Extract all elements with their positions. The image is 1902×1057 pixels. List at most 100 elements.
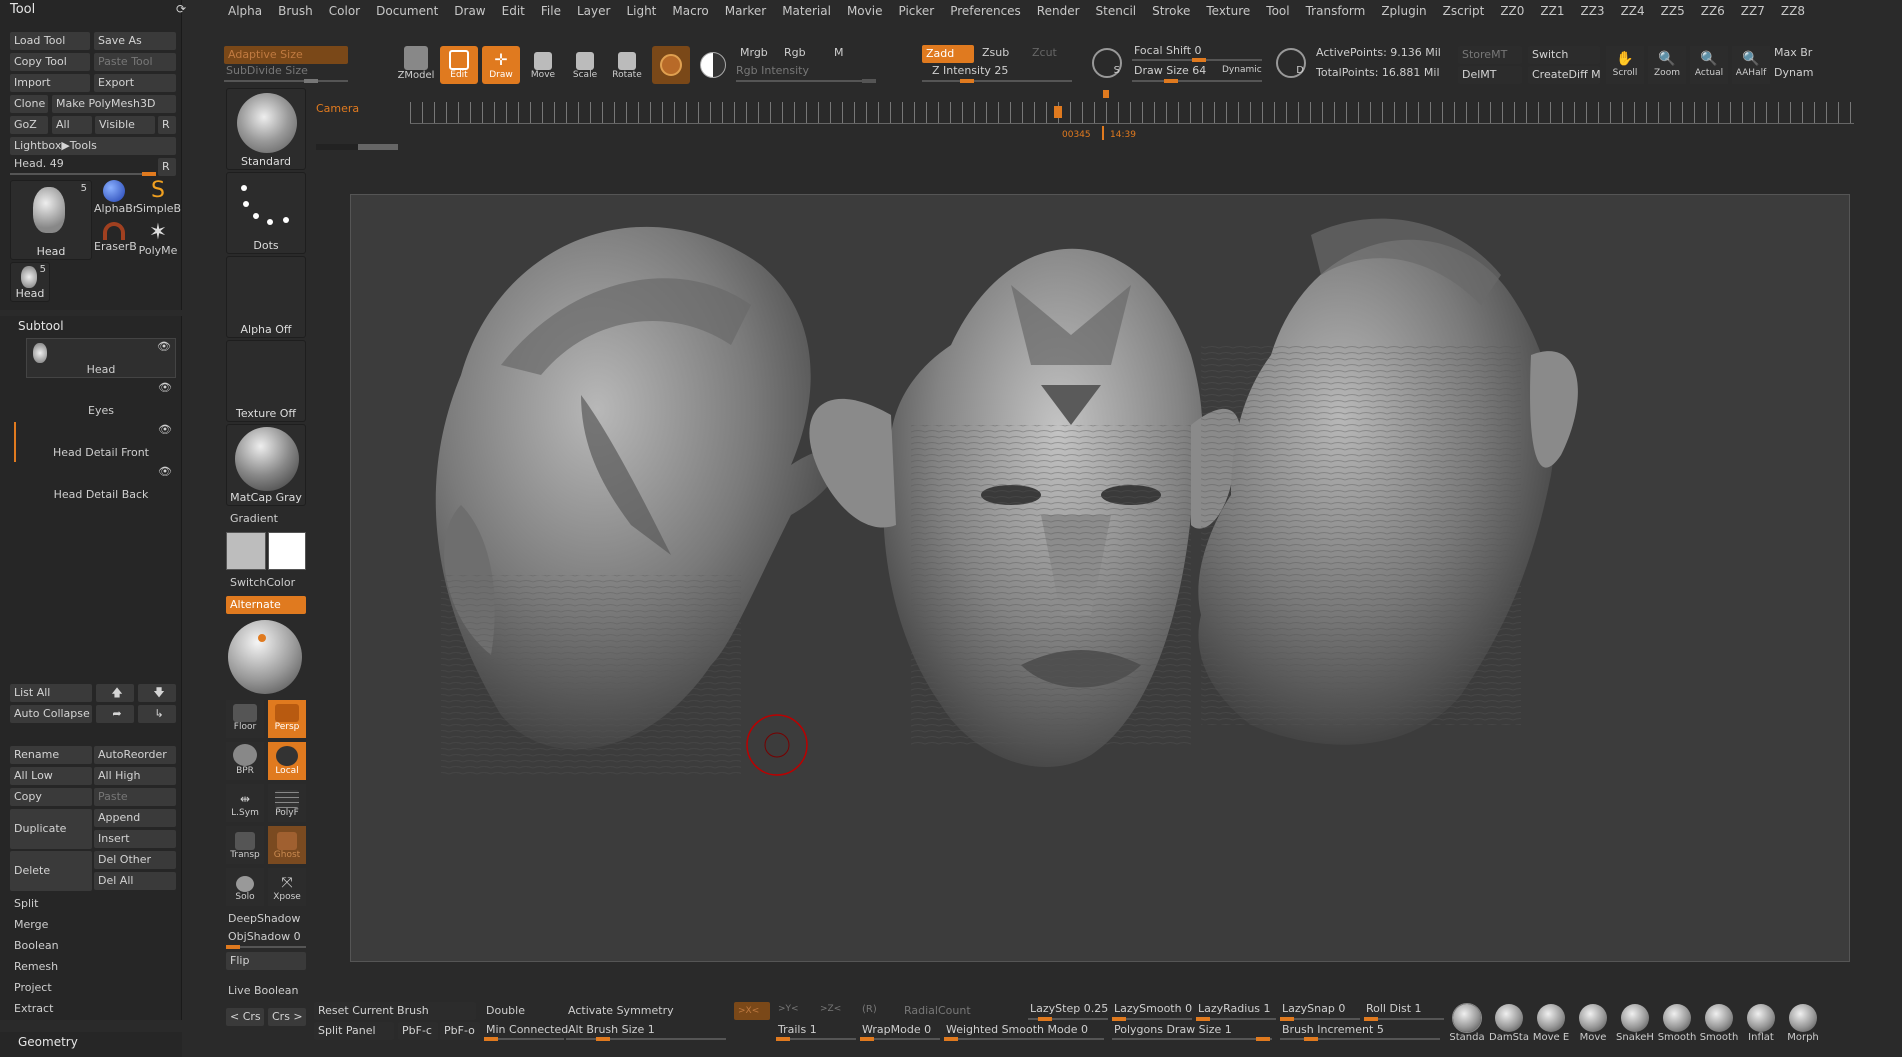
head-slider[interactable] (10, 172, 156, 176)
switch-color-button[interactable]: SwitchColor (230, 576, 295, 589)
solo-button[interactable]: Solo (226, 868, 264, 906)
weighted-smooth-slider[interactable]: Weighted Smooth Mode 0 (946, 1023, 1088, 1036)
draw-size-slider[interactable]: Draw Size 64 (1134, 64, 1206, 77)
alt-brush-size-slider[interactable]: Alt Brush Size 1 (568, 1023, 655, 1036)
menu-marker[interactable]: Marker (717, 0, 774, 20)
dynamic-toggle[interactable]: Dynamic (1222, 65, 1262, 75)
split-section[interactable]: Split (14, 897, 38, 910)
del-other-button[interactable]: Del Other (94, 851, 176, 869)
extract-section[interactable]: Extract (14, 1002, 53, 1015)
alternate-button[interactable]: Alternate (226, 596, 306, 614)
roll-dist-track[interactable] (1364, 1017, 1444, 1021)
auto-reorder-button[interactable]: AutoReorder (94, 746, 176, 764)
wrap-mode-track[interactable] (860, 1037, 940, 1041)
del-all-button[interactable]: Del All (94, 872, 176, 890)
x-symmetry-button[interactable]: >X< (734, 1002, 770, 1020)
material-mode-button[interactable] (652, 46, 690, 84)
trails-track[interactable] (776, 1037, 856, 1041)
pbf-c-button[interactable]: PbF-c (398, 1022, 438, 1040)
menu-picker[interactable]: Picker (890, 0, 942, 20)
small-head-thumb[interactable]: 5 Head (10, 262, 50, 302)
menu-zz5[interactable]: ZZ5 (1653, 0, 1693, 20)
paste-button[interactable]: Paste (94, 788, 176, 806)
all-low-button[interactable]: All Low (10, 767, 92, 785)
brush-increment-track[interactable] (1280, 1037, 1440, 1041)
brush-increment-slider[interactable]: Brush Increment 5 (1282, 1023, 1384, 1036)
auto-collapse-button[interactable]: Auto Collapse (10, 705, 92, 723)
zmodel-button[interactable]: ZModel (396, 46, 436, 86)
menu-transform[interactable]: Transform (1298, 0, 1374, 20)
timeline-keyframe[interactable] (1054, 106, 1062, 118)
arrow-down-right-button[interactable]: ↳ (138, 705, 176, 723)
flip-button[interactable]: Flip (226, 952, 306, 970)
pbf-o-button[interactable]: PbF-o (440, 1022, 480, 1040)
eye-icon[interactable]: 👁 (158, 381, 172, 394)
move-button[interactable]: Move (524, 46, 562, 84)
menu-edit[interactable]: Edit (494, 0, 533, 20)
merge-section[interactable]: Merge (14, 918, 48, 931)
dots-stroke-tile[interactable]: Dots (226, 172, 306, 254)
subdivide-size-label[interactable]: SubDivide Size (226, 64, 308, 77)
insert-button[interactable]: Insert (94, 830, 176, 848)
floor-button[interactable]: Floor (226, 700, 264, 738)
menu-texture[interactable]: Texture (1198, 0, 1258, 20)
zcut-button[interactable]: Zcut (1032, 46, 1057, 59)
switch-button[interactable]: Switch (1528, 46, 1600, 64)
focal-shift-icon[interactable]: S (1092, 48, 1122, 78)
scale-button[interactable]: Scale (566, 46, 604, 84)
menu-stencil[interactable]: Stencil (1088, 0, 1145, 20)
move-up-button[interactable]: 🡅 (96, 684, 134, 702)
tool-thumb-simplebrush[interactable]: S SimpleB (136, 180, 181, 220)
local-button[interactable]: Local (268, 742, 306, 780)
alt-brush-size-track[interactable] (566, 1037, 726, 1041)
timeline-cursor[interactable] (1103, 90, 1109, 98)
menu-draw[interactable]: Draw (446, 0, 493, 20)
edit-button[interactable]: Edit (440, 46, 478, 84)
z-intensity-track[interactable] (922, 79, 1072, 83)
clone-button[interactable]: Clone (10, 95, 48, 113)
menu-movie[interactable]: Movie (839, 0, 891, 20)
rgb-intensity-track[interactable] (736, 79, 876, 83)
polyf-button[interactable]: PolyF (268, 784, 306, 822)
boolean-section[interactable]: Boolean (14, 939, 59, 952)
eye-icon[interactable]: 👁 (158, 423, 172, 436)
live-boolean-button[interactable]: Live Boolean (228, 984, 299, 997)
menu-zplugin[interactable]: Zplugin (1373, 0, 1434, 20)
menu-zz4[interactable]: ZZ4 (1613, 0, 1653, 20)
radial-count-slider[interactable]: RadialCount (904, 1004, 971, 1017)
radial-button[interactable]: (R) (862, 1004, 877, 1015)
max-br-label[interactable]: Max Br (1774, 46, 1812, 59)
visible-button[interactable]: Visible (95, 116, 155, 134)
menu-zz7[interactable]: ZZ7 (1733, 0, 1773, 20)
menu-brush[interactable]: Brush (270, 0, 321, 20)
subtool-item-eyes[interactable]: 👁 Eyes (26, 380, 176, 420)
menu-document[interactable]: Document (368, 0, 446, 20)
menu-render[interactable]: Render (1029, 0, 1088, 20)
brush-thumb[interactable]: Smooth (1656, 1002, 1698, 1050)
obj-shadow-track[interactable] (226, 945, 306, 949)
zadd-button[interactable]: Zadd (922, 45, 974, 63)
activate-symmetry-toggle[interactable]: Activate Symmetry (568, 1004, 674, 1017)
aahalf-button[interactable]: 🔍 AAHalf (1732, 46, 1770, 84)
project-section[interactable]: Project (14, 981, 52, 994)
brush-thumb[interactable]: DamSta (1488, 1002, 1530, 1050)
lazy-smooth-track[interactable] (1112, 1017, 1192, 1021)
ghost-button[interactable]: Ghost (268, 826, 306, 864)
all-high-button[interactable]: All High (94, 767, 176, 785)
zoom-button[interactable]: 🔍 Zoom (1648, 46, 1686, 84)
lsym-button[interactable]: ⇹ L.Sym (226, 784, 264, 822)
persp-button[interactable]: Persp (268, 700, 306, 738)
geometry-panel[interactable]: Geometry (0, 1032, 182, 1057)
actual-button[interactable]: 🔍 Actual (1690, 46, 1728, 84)
menu-material[interactable]: Material (774, 0, 839, 20)
draw-size-track[interactable] (1132, 79, 1262, 83)
store-mt-button[interactable]: StoreMT (1458, 46, 1522, 64)
dynam-label[interactable]: Dynam (1774, 66, 1813, 79)
polygons-draw-size-slider[interactable]: Polygons Draw Size 1 (1114, 1023, 1232, 1036)
del-mt-button[interactable]: DelMT (1458, 66, 1522, 84)
roll-dist-slider[interactable]: Roll Dist 1 (1366, 1002, 1422, 1015)
color-picker-sphere[interactable] (228, 620, 302, 694)
subtool-item-head[interactable]: 👁 Head (26, 338, 176, 378)
menu-zz3[interactable]: ZZ3 (1572, 0, 1612, 20)
split-panel-button[interactable]: Split Panel (314, 1022, 394, 1040)
